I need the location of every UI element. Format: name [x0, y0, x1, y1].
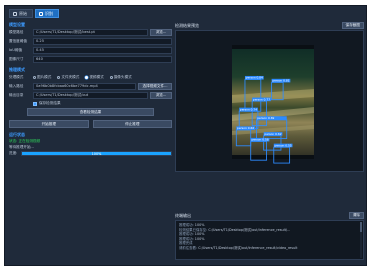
iou-field[interactable]: 0.45	[33, 46, 172, 54]
scroll-thumb[interactable]	[360, 222, 362, 232]
start-inference-button[interactable]: 开始推理	[9, 120, 89, 128]
save-screenshot-button[interactable]: 保存截图	[341, 22, 364, 29]
iou-row: IoU阈值 0.45	[9, 46, 172, 54]
detection-label: person 0.69	[257, 116, 274, 120]
preview-title: 检测结果预览	[175, 22, 199, 28]
radio-label: 视频模式	[89, 74, 104, 79]
log-header: 终端输出 清除	[175, 211, 364, 220]
tab-original[interactable]: 原始	[9, 9, 33, 18]
status-title: 运行状态	[9, 132, 25, 137]
mode-folder-radio[interactable]: 文件夹模式	[57, 75, 79, 80]
conf-row: 置信度阈值 0.25	[9, 37, 172, 45]
imgsz-row: 图像尺寸 640	[9, 55, 172, 63]
log-output[interactable]: 推理成功: 100% 检测结果已保存至: C:/Users/T1/Desktop…	[175, 220, 364, 260]
app-window: 原始 识别 模型设置 模型路径 C:/Users/T1/Desktop/测试/b…	[4, 5, 367, 266]
radio-dot	[57, 75, 61, 79]
radio-dot	[109, 75, 113, 79]
radio-label: 图片模式	[37, 74, 52, 79]
preview-area: 检测结果预览 保存截图 person 0.84 person 0.81 pers…	[175, 21, 364, 262]
progress-row: 进度: 100%	[9, 150, 172, 156]
view-results-button[interactable]: 查看检测结果	[27, 108, 154, 116]
log-line: 请前往查看: C:/Users/T1/Desktop/测试/out/infere…	[179, 245, 298, 250]
source-title: 推理模式	[9, 67, 25, 72]
radio-label: 文件夹模式	[61, 74, 80, 79]
browse-model-button[interactable]: 浏览...	[150, 28, 172, 36]
mode-image-radio[interactable]: 图片模式	[33, 75, 51, 80]
output-dir-field[interactable]: C:/Users/T1/Desktop/测试/out	[33, 91, 148, 99]
output-label: 输出目录	[9, 92, 24, 97]
preview-header: 检测结果预览 保存截图	[175, 21, 364, 30]
input-path-field[interactable]: 0a96b0b8fcbaa60c6be779dc.mp4	[33, 82, 136, 90]
log-scrollbar[interactable]	[360, 222, 362, 258]
mode-camera-radio[interactable]: 摄像头模式	[109, 74, 132, 80]
detection-label: person 0.84	[246, 76, 263, 80]
iou-label: IoU阈值	[9, 47, 23, 52]
settings-panel: 模型设置 模型路径 C:/Users/T1/Desktop/测试/best.pt…	[9, 21, 172, 262]
checkbox-label: 保存检测结果	[39, 101, 61, 105]
detection-label: person 0.74	[240, 107, 257, 111]
detection-label: person 0.62	[264, 132, 281, 136]
mode-row: 处理模式 图片模式 文件夹模式 视频模式 摄像头模式	[9, 73, 172, 81]
imgsz-label: 图像尺寸	[9, 56, 24, 61]
browse-output-button[interactable]: 浏览...	[150, 91, 172, 99]
detection-label: person 0.77	[253, 97, 270, 101]
tab-bar: 原始 识别	[9, 9, 59, 18]
video-frame: person 0.84 person 0.81 person 0.77 person …	[176, 31, 363, 171]
output-row: 输出目录 C:/Users/T1/Desktop/测试/out 浏览...	[9, 91, 172, 99]
input-label: 输入路径	[9, 83, 24, 88]
detection-label: person 0.81	[272, 79, 289, 83]
model-path-label: 模型路径	[9, 29, 24, 34]
tab-detect[interactable]: 识别	[35, 9, 59, 18]
preview-canvas: person 0.84 person 0.81 person 0.77 person …	[175, 30, 364, 172]
radio-dot-selected	[85, 75, 89, 79]
checkbox-checked-icon	[33, 101, 37, 106]
log-panel: 终端输出 清除 推理成功: 100% 检测结果已保存至: C:/Users/T1…	[175, 211, 364, 262]
select-video-button[interactable]: 选择视频文件...	[138, 82, 172, 90]
scan-icon	[39, 11, 43, 16]
progress-label: 进度:	[9, 151, 18, 155]
clear-log-button[interactable]: 清除	[348, 212, 364, 219]
imgsz-field[interactable]: 640	[33, 55, 172, 63]
progress-bar: 100%	[21, 150, 172, 156]
model-path-row: 模型路径 C:/Users/T1/Desktop/测试/best.pt 浏览..…	[9, 28, 172, 36]
tab-label: 原始	[19, 10, 27, 16]
log-title: 终端输出	[175, 212, 191, 218]
detection-label: person 0.66	[237, 126, 254, 130]
mode-video-radio[interactable]: 视频模式	[85, 74, 104, 80]
input-row: 输入路径 0a96b0b8fcbaa60c6be779dc.mp4 选择视频文件…	[9, 82, 172, 90]
conf-field[interactable]: 0.25	[33, 37, 172, 45]
action-buttons: 开始推理 停止推理	[9, 120, 172, 128]
progress-text: 100%	[91, 151, 102, 156]
stop-inference-button[interactable]: 停止推理	[92, 120, 172, 128]
detection-label: person 0.58	[251, 138, 268, 142]
image-icon	[13, 11, 17, 16]
model-path-field[interactable]: C:/Users/T1/Desktop/测试/best.pt	[33, 28, 148, 36]
save-results-checkbox[interactable]: 保存检测结果	[33, 100, 172, 107]
model-settings-title: 模型设置	[9, 22, 25, 27]
conf-label: 置信度阈值	[9, 38, 27, 43]
radio-dot	[33, 75, 36, 79]
detection-label: person 0.55	[274, 143, 291, 147]
mode-label: 处理模式	[9, 74, 24, 79]
tab-label: 识别	[45, 10, 53, 16]
radio-label: 摄像头模式	[113, 74, 132, 79]
